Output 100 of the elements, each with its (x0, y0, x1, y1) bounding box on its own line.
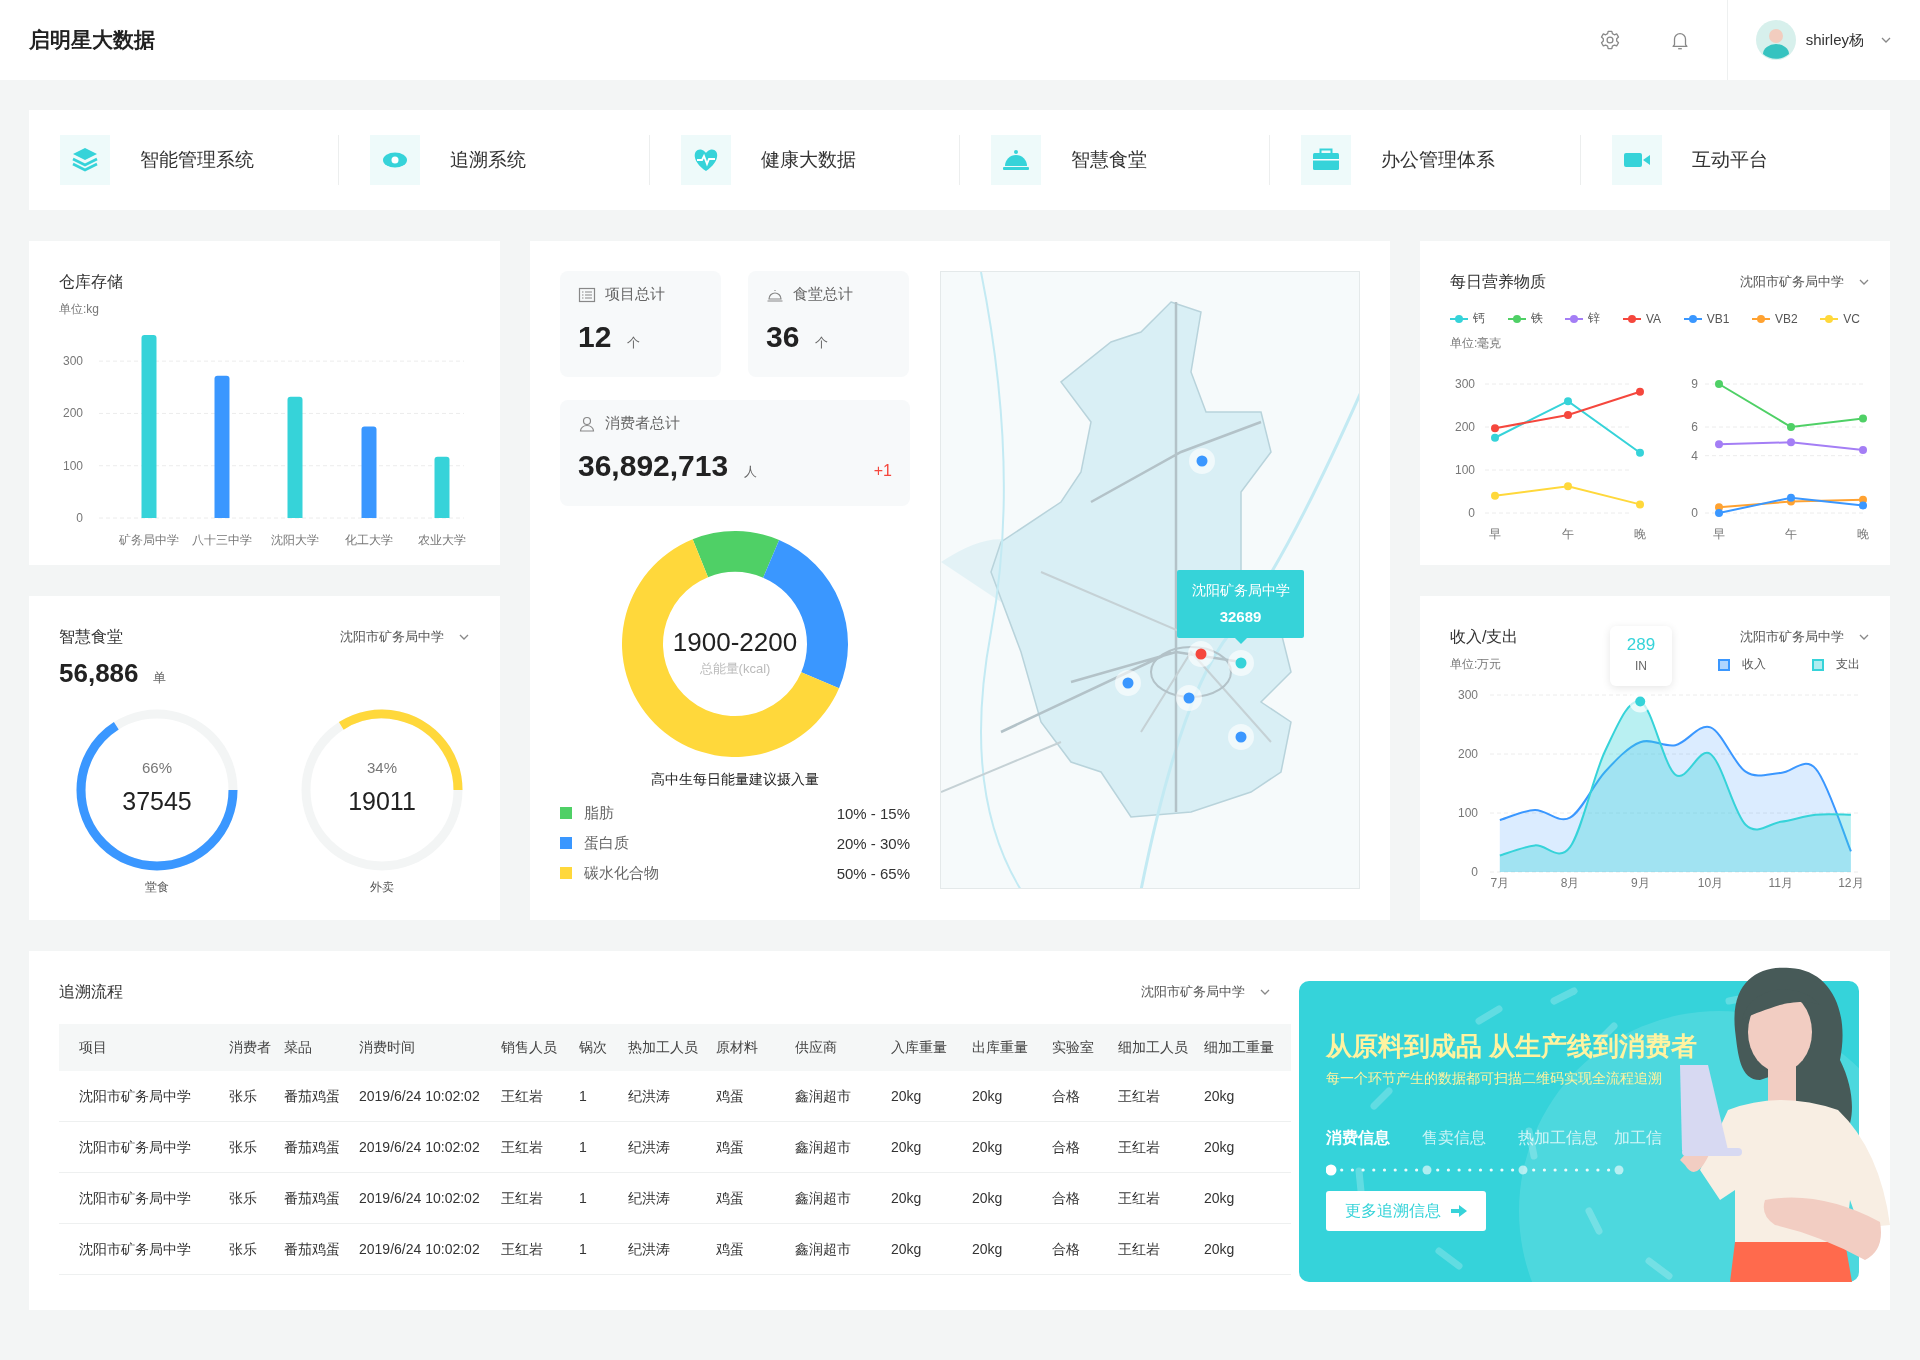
table-cell: 1 (579, 1173, 628, 1224)
table-cell: 番茄鸡蛋 (284, 1173, 359, 1224)
column-header: 出库重量 (972, 1024, 1052, 1071)
table-cell: 番茄鸡蛋 (284, 1224, 359, 1275)
ring-label: 堂食 (145, 879, 169, 896)
table-cell: 1 (579, 1071, 628, 1122)
cloche-icon (991, 135, 1041, 185)
point (1787, 438, 1795, 447)
legend-label: 脂肪 (584, 803, 614, 823)
chart-title: 高中生每日能量建议摄入量 (650, 771, 820, 789)
axis-label: 0 (1471, 865, 1478, 879)
total-value: 56,886 (59, 658, 139, 689)
column-header: 销售人员 (501, 1024, 579, 1071)
legend-label: 收入 (1742, 656, 1766, 673)
axis-label: 100 (62, 458, 83, 473)
axis-label: 矿务局中学 (119, 533, 179, 547)
nav-item[interactable]: 智能管理系统 (29, 135, 340, 185)
point (1859, 501, 1867, 510)
school-select[interactable]: 沈阳市矿务局中学 (1141, 983, 1271, 1001)
table-cell: 纪洪涛 (628, 1173, 716, 1224)
axis-label: 农业大学 (418, 533, 466, 547)
axis-label: 200 (1457, 747, 1478, 761)
axis-label: 9 (1691, 377, 1698, 391)
column-header: 入库重量 (891, 1024, 972, 1071)
video-camera-icon (1611, 135, 1662, 185)
stat-value: 12 (578, 320, 612, 354)
nav-item[interactable]: 健康大数据 (649, 135, 960, 185)
table-cell: 20kg (1204, 1173, 1291, 1224)
axis-label: 7月 (1490, 876, 1510, 890)
school-select[interactable]: 沈阳市矿务局中学 (1740, 628, 1870, 646)
unit-label: 个 (627, 334, 641, 352)
table-cell: 合格 (1052, 1071, 1118, 1122)
axis-label: 沈阳大学 (271, 533, 319, 547)
table-cell: 沈阳市矿务局中学 (59, 1122, 229, 1173)
map-marker[interactable] (1114, 669, 1141, 696)
map-marker[interactable] (1227, 650, 1254, 677)
legend-label: VB1 (1706, 311, 1730, 326)
point (1491, 433, 1499, 442)
table-cell: 张乐 (229, 1071, 284, 1122)
axis-label: 0 (1468, 506, 1475, 520)
map-marker[interactable] (1188, 448, 1215, 475)
arrow-right-icon (1451, 1205, 1467, 1217)
map-marker[interactable] (1227, 723, 1254, 750)
point (1715, 440, 1723, 449)
point (1564, 397, 1572, 406)
table-cell: 20kg (1204, 1122, 1291, 1173)
axis-label: 午 (1562, 527, 1574, 541)
avatar-icon (1755, 20, 1796, 60)
stat-label: 项目总计 (605, 285, 665, 304)
legend-label: 锌 (1588, 310, 1601, 327)
column-header: 热加工人员 (628, 1024, 716, 1071)
axis-label: 0 (1691, 506, 1698, 520)
card-title: 智慧食堂 (59, 626, 123, 647)
legend-label: VA (1645, 311, 1661, 326)
point (1491, 491, 1499, 500)
bar (434, 456, 450, 518)
table-cell: 2019/6/24 10:02:02 (359, 1122, 501, 1173)
column-header: 细加工人员 (1118, 1024, 1204, 1071)
settings-icon[interactable] (1598, 29, 1621, 51)
legend-value: 10% - 15% (836, 804, 910, 822)
table-cell: 合格 (1052, 1173, 1118, 1224)
card-title: 收入/支出 (1450, 626, 1519, 647)
table-cell: 张乐 (229, 1224, 284, 1275)
point (1564, 482, 1572, 491)
table-cell: 沈阳市矿务局中学 (59, 1071, 229, 1122)
nav-item[interactable]: 智慧食堂 (960, 135, 1271, 185)
column-header: 供应商 (795, 1024, 891, 1071)
nav-item[interactable]: 互动平台 (1580, 135, 1890, 185)
table-cell: 20kg (972, 1122, 1052, 1173)
table-cell: 番茄鸡蛋 (284, 1122, 359, 1173)
table-cell: 20kg (891, 1173, 972, 1224)
table-cell: 纪洪涛 (628, 1071, 716, 1122)
column-header: 菜品 (284, 1024, 359, 1071)
table-cell: 20kg (1204, 1071, 1291, 1122)
legend-value: 50% - 65% (836, 864, 910, 882)
school-select[interactable]: 沈阳市矿务局中学 (1740, 273, 1870, 291)
map-marker[interactable] (1187, 640, 1214, 667)
nav-item[interactable]: 追溯系统 (339, 135, 650, 185)
energy-value: 1900-2200 (672, 627, 798, 657)
table-cell: 沈阳市矿务局中学 (59, 1173, 229, 1224)
point (1564, 410, 1572, 419)
point (1491, 424, 1499, 433)
school-select[interactable]: 沈阳市矿务局中学 (340, 628, 470, 646)
ring-label: 外卖 (370, 879, 394, 896)
table-cell: 鑫润超市 (795, 1071, 891, 1122)
map-marker[interactable] (1175, 684, 1202, 711)
user-icon (578, 414, 596, 433)
table-cell: 鸡蛋 (716, 1224, 795, 1275)
nav-item[interactable]: 办公管理体系 (1270, 135, 1581, 185)
point (1859, 445, 1867, 454)
legend-label: 支出 (1836, 656, 1860, 673)
table-cell: 2019/6/24 10:02:02 (359, 1071, 501, 1122)
percent-label: 34% (367, 759, 397, 776)
table-cell: 张乐 (229, 1122, 284, 1173)
table-cell: 鑫润超市 (795, 1173, 891, 1224)
stat-label: 消费者总计 (605, 414, 680, 433)
stat-value: 36,892,713 (578, 449, 729, 483)
tooltip-value: 289 (1625, 635, 1657, 655)
ring-value: 19011 (348, 787, 416, 815)
briefcase-icon (1301, 135, 1352, 185)
